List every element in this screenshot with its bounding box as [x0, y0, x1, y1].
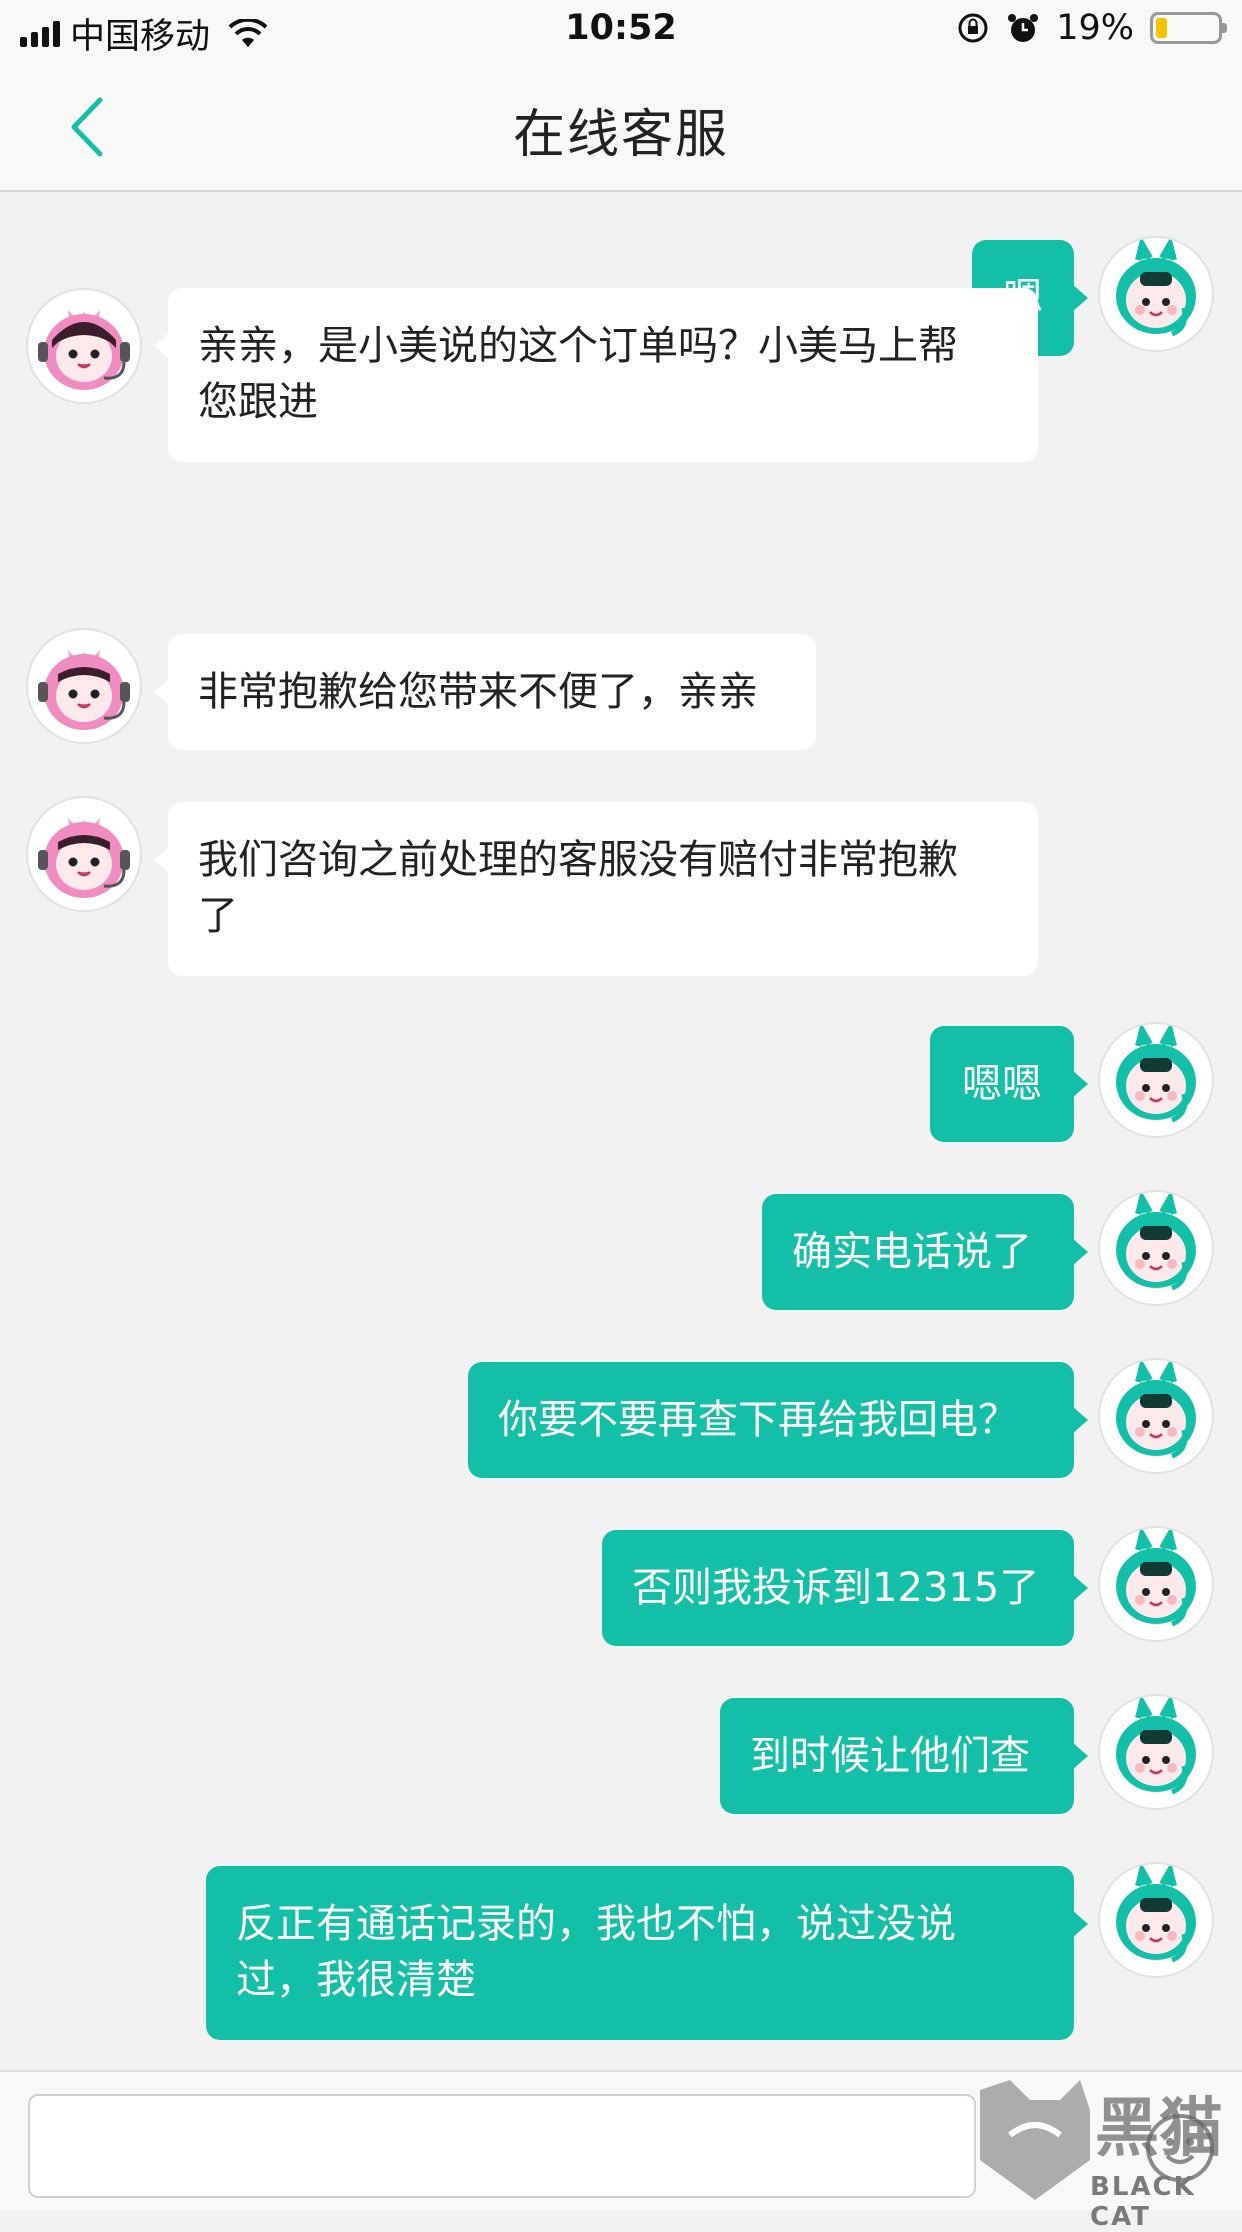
- message-text: 嗯嗯: [962, 1061, 1042, 1107]
- agent-avatar: [26, 628, 142, 744]
- user-avatar: [1098, 1526, 1214, 1642]
- back-button[interactable]: [60, 92, 120, 162]
- message-bubble[interactable]: 我们咨询之前处理的客服没有赔付非常抱歉 了: [154, 802, 1038, 976]
- message-bubble[interactable]: 亲亲，是小美说的这个订单吗？小美马上帮 您跟进: [154, 288, 1038, 462]
- user-avatar: [1098, 236, 1214, 352]
- message-text: 非常抱歉给您带来不便了，亲亲: [198, 669, 758, 715]
- status-left: 中国移动: [20, 8, 268, 59]
- agent-avatar: [26, 796, 142, 912]
- message-composer: [0, 2070, 1242, 2210]
- watermark-brand: BLACK CAT: [1090, 2172, 1196, 2232]
- message-bubble[interactable]: 非常抱歉给您带来不便了，亲亲: [154, 634, 816, 750]
- teal-robot-avatar-icon: [1116, 1864, 1196, 1963]
- teal-robot-avatar-icon: [1116, 1696, 1196, 1795]
- navigation-bar: 在线客服: [0, 62, 1242, 192]
- message-input[interactable]: [28, 2094, 976, 2198]
- message-text: 你要不要再查下再给我回电？: [498, 1397, 1018, 1443]
- message-text: 过，我很清楚: [236, 1957, 476, 2003]
- message-text: 您跟进: [198, 379, 318, 425]
- message-text: 确实电话说了: [792, 1229, 1032, 1275]
- message-bubble[interactable]: 到时候让他们查: [720, 1698, 1088, 1814]
- message-bubble[interactable]: 确实电话说了: [762, 1194, 1088, 1310]
- teal-robot-avatar-icon: [1116, 1024, 1196, 1123]
- message-bubble[interactable]: 嗯嗯: [930, 1026, 1088, 1142]
- rotation-lock-icon: [958, 13, 988, 43]
- agent-avatar: [26, 288, 142, 404]
- alarm-icon: [1008, 14, 1039, 42]
- user-avatar: [1098, 1358, 1214, 1474]
- message-text: 我们咨询之前处理的客服没有赔付非常抱歉: [198, 837, 958, 883]
- emoji-icon: [1146, 2114, 1214, 2182]
- pink-girl-avatar-icon: [38, 818, 130, 898]
- battery-icon: [1150, 12, 1227, 44]
- teal-robot-avatar-icon: [1116, 1192, 1196, 1291]
- teal-robot-avatar-icon: [1116, 1528, 1196, 1627]
- chevron-left-icon: [71, 97, 103, 157]
- carrier-name: 中国移动: [70, 17, 211, 57]
- message-text: 亲亲，是小美说的这个订单吗？小美马上帮: [198, 323, 958, 369]
- user-avatar: [1098, 1862, 1214, 1978]
- message-bubble[interactable]: 否则我投诉到12315了: [602, 1530, 1088, 1646]
- wifi-icon: [228, 18, 268, 47]
- chat-message-list[interactable]: 嗯: [0, 192, 1242, 2070]
- user-avatar: [1098, 1022, 1214, 1138]
- teal-robot-avatar-icon: [1116, 238, 1196, 337]
- message-text: 到时候让他们查: [750, 1733, 1030, 1779]
- battery-percent: 19%: [1056, 8, 1134, 48]
- pink-girl-avatar-icon: [38, 650, 130, 730]
- message-text: 了: [198, 893, 238, 939]
- message-bubble[interactable]: 你要不要再查下再给我回电？: [468, 1362, 1088, 1478]
- pink-girl-avatar-icon: [38, 310, 130, 390]
- user-avatar: [1098, 1694, 1214, 1810]
- user-avatar: [1098, 1190, 1214, 1306]
- message-text: 否则我投诉到12315了: [632, 1565, 1040, 1611]
- teal-robot-avatar-icon: [1116, 1360, 1196, 1459]
- status-right: 19%: [956, 8, 1227, 48]
- message-bubble[interactable]: 反正有通话记录的，我也不怕，说过没说 过，我很清楚: [206, 1866, 1088, 2040]
- page-title: 在线客服: [512, 105, 729, 165]
- status-bar: 中国移动 10:52 19%: [0, 0, 1242, 62]
- signal-icon: [20, 20, 60, 47]
- message-text: 反正有通话记录的，我也不怕，说过没说: [236, 1901, 956, 1947]
